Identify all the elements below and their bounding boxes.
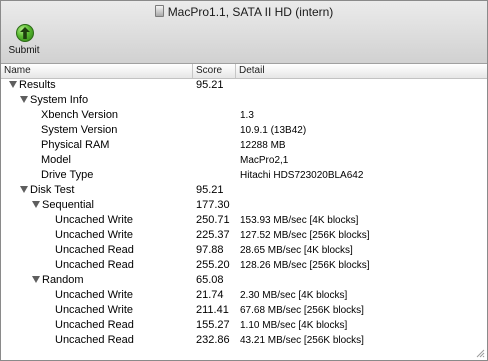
outline-row-disk-test[interactable]: Disk Test 95.21 bbox=[1, 183, 487, 198]
outline-row-drive-type[interactable]: Drive Type Hitachi HDS723020BLA642 bbox=[1, 168, 487, 183]
row-name: Uncached Write bbox=[55, 229, 134, 241]
row-score: 95.21 bbox=[196, 184, 224, 196]
row-score: 232.86 bbox=[196, 334, 230, 346]
title-bar: MacPro1.1, SATA II HD (intern) Submit bbox=[1, 1, 487, 64]
row-detail: 2.30 MB/sec [4K blocks] bbox=[240, 290, 348, 301]
submit-button[interactable]: Submit bbox=[8, 24, 40, 60]
row-detail: 1.3 bbox=[240, 110, 254, 121]
outline-row-rand-uncached-read-256k[interactable]: Uncached Read 232.86 43.21 MB/sec [256K … bbox=[1, 333, 487, 348]
row-name: Uncached Read bbox=[55, 319, 134, 331]
outline-row-seq-uncached-read-4k[interactable]: Uncached Read 97.88 28.65 MB/sec [4K blo… bbox=[1, 243, 487, 258]
row-detail: MacPro2,1 bbox=[240, 155, 289, 166]
row-name: Model bbox=[41, 154, 71, 166]
row-name: Results bbox=[19, 79, 56, 91]
row-score: 21.74 bbox=[196, 289, 224, 301]
outline-row-seq-uncached-read-256k[interactable]: Uncached Read 255.20 128.26 MB/sec [256K… bbox=[1, 258, 487, 273]
window-title-area: MacPro1.1, SATA II HD (intern) bbox=[1, 5, 487, 19]
row-score: 177.30 bbox=[196, 199, 230, 211]
disclosure-triangle-expanded-icon[interactable] bbox=[20, 96, 28, 103]
disclosure-triangle-expanded-icon[interactable] bbox=[20, 186, 28, 193]
resize-grip-icon[interactable] bbox=[475, 348, 485, 358]
row-score: 225.37 bbox=[196, 229, 230, 241]
row-name: Uncached Read bbox=[55, 259, 134, 271]
row-score: 250.71 bbox=[196, 214, 230, 226]
row-detail: 128.26 MB/sec [256K blocks] bbox=[240, 260, 370, 271]
disclosure-triangle-expanded-icon[interactable] bbox=[32, 276, 40, 283]
outline-row-random[interactable]: Random 65.08 bbox=[1, 273, 487, 288]
outline-row-physical-ram[interactable]: Physical RAM 12288 MB bbox=[1, 138, 487, 153]
row-detail: 127.52 MB/sec [256K blocks] bbox=[240, 230, 370, 241]
column-header-name[interactable]: Name bbox=[1, 64, 193, 78]
outline-row-sequential[interactable]: Sequential 177.30 bbox=[1, 198, 487, 213]
row-detail: 12288 MB bbox=[240, 140, 286, 151]
results-outline: Results 95.21 System Info Xbench Version… bbox=[1, 78, 487, 348]
row-name: Uncached Read bbox=[55, 244, 134, 256]
disclosure-triangle-expanded-icon[interactable] bbox=[9, 81, 17, 88]
row-name: Uncached Write bbox=[55, 289, 134, 301]
outline-row-xbench-version[interactable]: Xbench Version 1.3 bbox=[1, 108, 487, 123]
row-score: 95.21 bbox=[196, 79, 224, 91]
column-header-detail[interactable]: Detail bbox=[236, 64, 487, 78]
row-detail: 43.21 MB/sec [256K blocks] bbox=[240, 335, 364, 346]
row-detail: 28.65 MB/sec [4K blocks] bbox=[240, 245, 353, 256]
row-score: 255.20 bbox=[196, 259, 230, 271]
row-detail: 67.68 MB/sec [256K blocks] bbox=[240, 305, 364, 316]
outline-row-rand-uncached-read-4k[interactable]: Uncached Read 155.27 1.10 MB/sec [4K blo… bbox=[1, 318, 487, 333]
row-detail: 1.10 MB/sec [4K blocks] bbox=[240, 320, 348, 331]
outline-row-seq-uncached-write-256k[interactable]: Uncached Write 225.37 127.52 MB/sec [256… bbox=[1, 228, 487, 243]
row-detail: Hitachi HDS723020BLA642 bbox=[240, 170, 364, 181]
disclosure-triangle-expanded-icon[interactable] bbox=[32, 201, 40, 208]
row-name: Uncached Write bbox=[55, 304, 134, 316]
row-name: Sequential bbox=[42, 199, 94, 211]
outline-row-system-version[interactable]: System Version 10.9.1 (13B42) bbox=[1, 123, 487, 138]
submit-button-label: Submit bbox=[8, 45, 40, 56]
outline-row-model[interactable]: Model MacPro2,1 bbox=[1, 153, 487, 168]
column-header: Name Score Detail bbox=[1, 64, 487, 79]
row-name: System Version bbox=[41, 124, 118, 136]
row-score: 155.27 bbox=[196, 319, 230, 331]
row-name: Drive Type bbox=[41, 169, 94, 181]
row-name: System Info bbox=[30, 94, 89, 106]
column-header-score[interactable]: Score bbox=[193, 64, 236, 78]
row-name: Physical RAM bbox=[41, 139, 110, 151]
outline-row-rand-uncached-write-4k[interactable]: Uncached Write 21.74 2.30 MB/sec [4K blo… bbox=[1, 288, 487, 303]
row-score: 65.08 bbox=[196, 274, 224, 286]
window-title: MacPro1.1, SATA II HD (intern) bbox=[167, 5, 334, 19]
row-score: 97.88 bbox=[196, 244, 224, 256]
row-score: 211.41 bbox=[196, 304, 229, 316]
outline-row-rand-uncached-write-256k[interactable]: Uncached Write 211.41 67.68 MB/sec [256K… bbox=[1, 303, 487, 318]
document-icon bbox=[154, 5, 164, 17]
outline-row-system-info[interactable]: System Info bbox=[1, 93, 487, 108]
row-name: Random bbox=[42, 274, 84, 286]
row-name: Xbench Version bbox=[41, 109, 119, 121]
outline-row-results[interactable]: Results 95.21 bbox=[1, 78, 487, 93]
row-detail: 153.93 MB/sec [4K blocks] bbox=[240, 215, 359, 226]
row-name: Uncached Read bbox=[55, 334, 134, 346]
xbench-results-window: MacPro1.1, SATA II HD (intern) Submit Na… bbox=[0, 0, 488, 361]
row-name: Uncached Write bbox=[55, 214, 134, 226]
upload-arrow-icon bbox=[16, 24, 34, 42]
row-detail: 10.9.1 (13B42) bbox=[240, 125, 307, 136]
row-name: Disk Test bbox=[30, 184, 75, 196]
outline-row-seq-uncached-write-4k[interactable]: Uncached Write 250.71 153.93 MB/sec [4K … bbox=[1, 213, 487, 228]
